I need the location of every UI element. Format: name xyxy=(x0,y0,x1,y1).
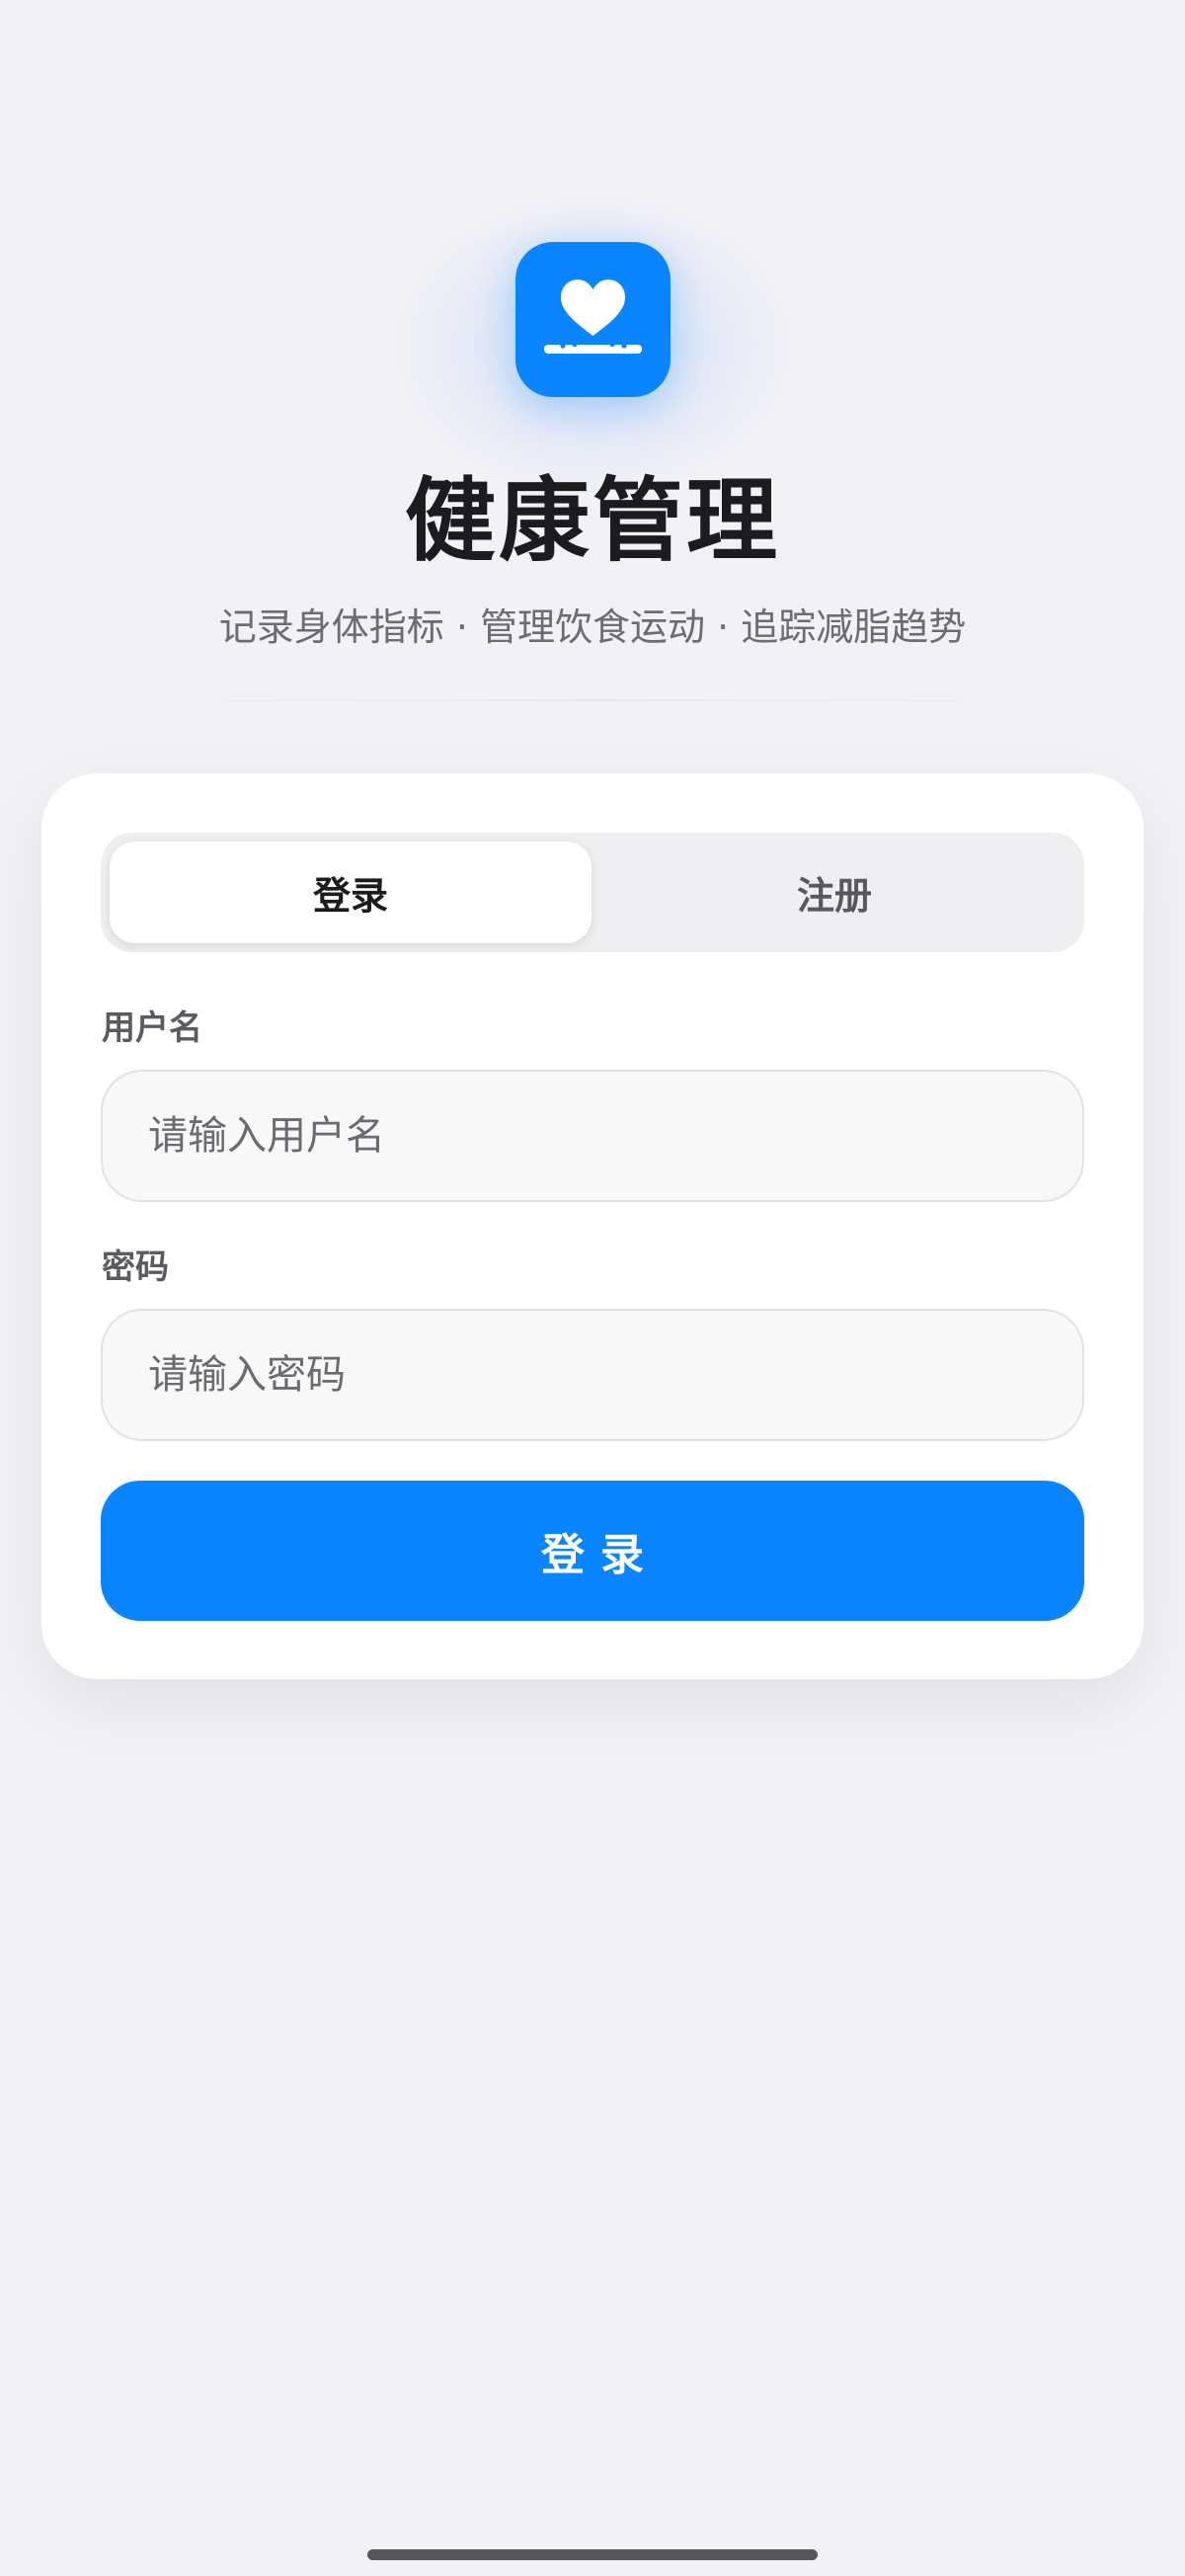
heart-on-scale-icon xyxy=(544,280,642,354)
header-divider xyxy=(118,699,1066,701)
app-title: 健康管理 xyxy=(404,468,780,574)
login-button[interactable]: 登录 xyxy=(101,1481,1084,1621)
password-label: 密码 xyxy=(102,1248,169,1287)
app-logo xyxy=(515,242,671,397)
tab-register[interactable]: 注册 xyxy=(593,842,1075,943)
auth-card: 登录 注册 用户名 密码 登录 xyxy=(41,773,1144,1679)
app-subtitle: 记录身体指标 · 管理饮食运动 · 追踪减脂趋势 xyxy=(218,605,967,649)
password-input[interactable] xyxy=(101,1309,1084,1441)
auth-mode-switch: 登录 注册 xyxy=(101,833,1084,952)
username-input[interactable] xyxy=(101,1070,1084,1202)
tab-login[interactable]: 登录 xyxy=(110,842,592,943)
username-label: 用户名 xyxy=(102,1008,202,1048)
home-indicator[interactable] xyxy=(367,2549,818,2560)
